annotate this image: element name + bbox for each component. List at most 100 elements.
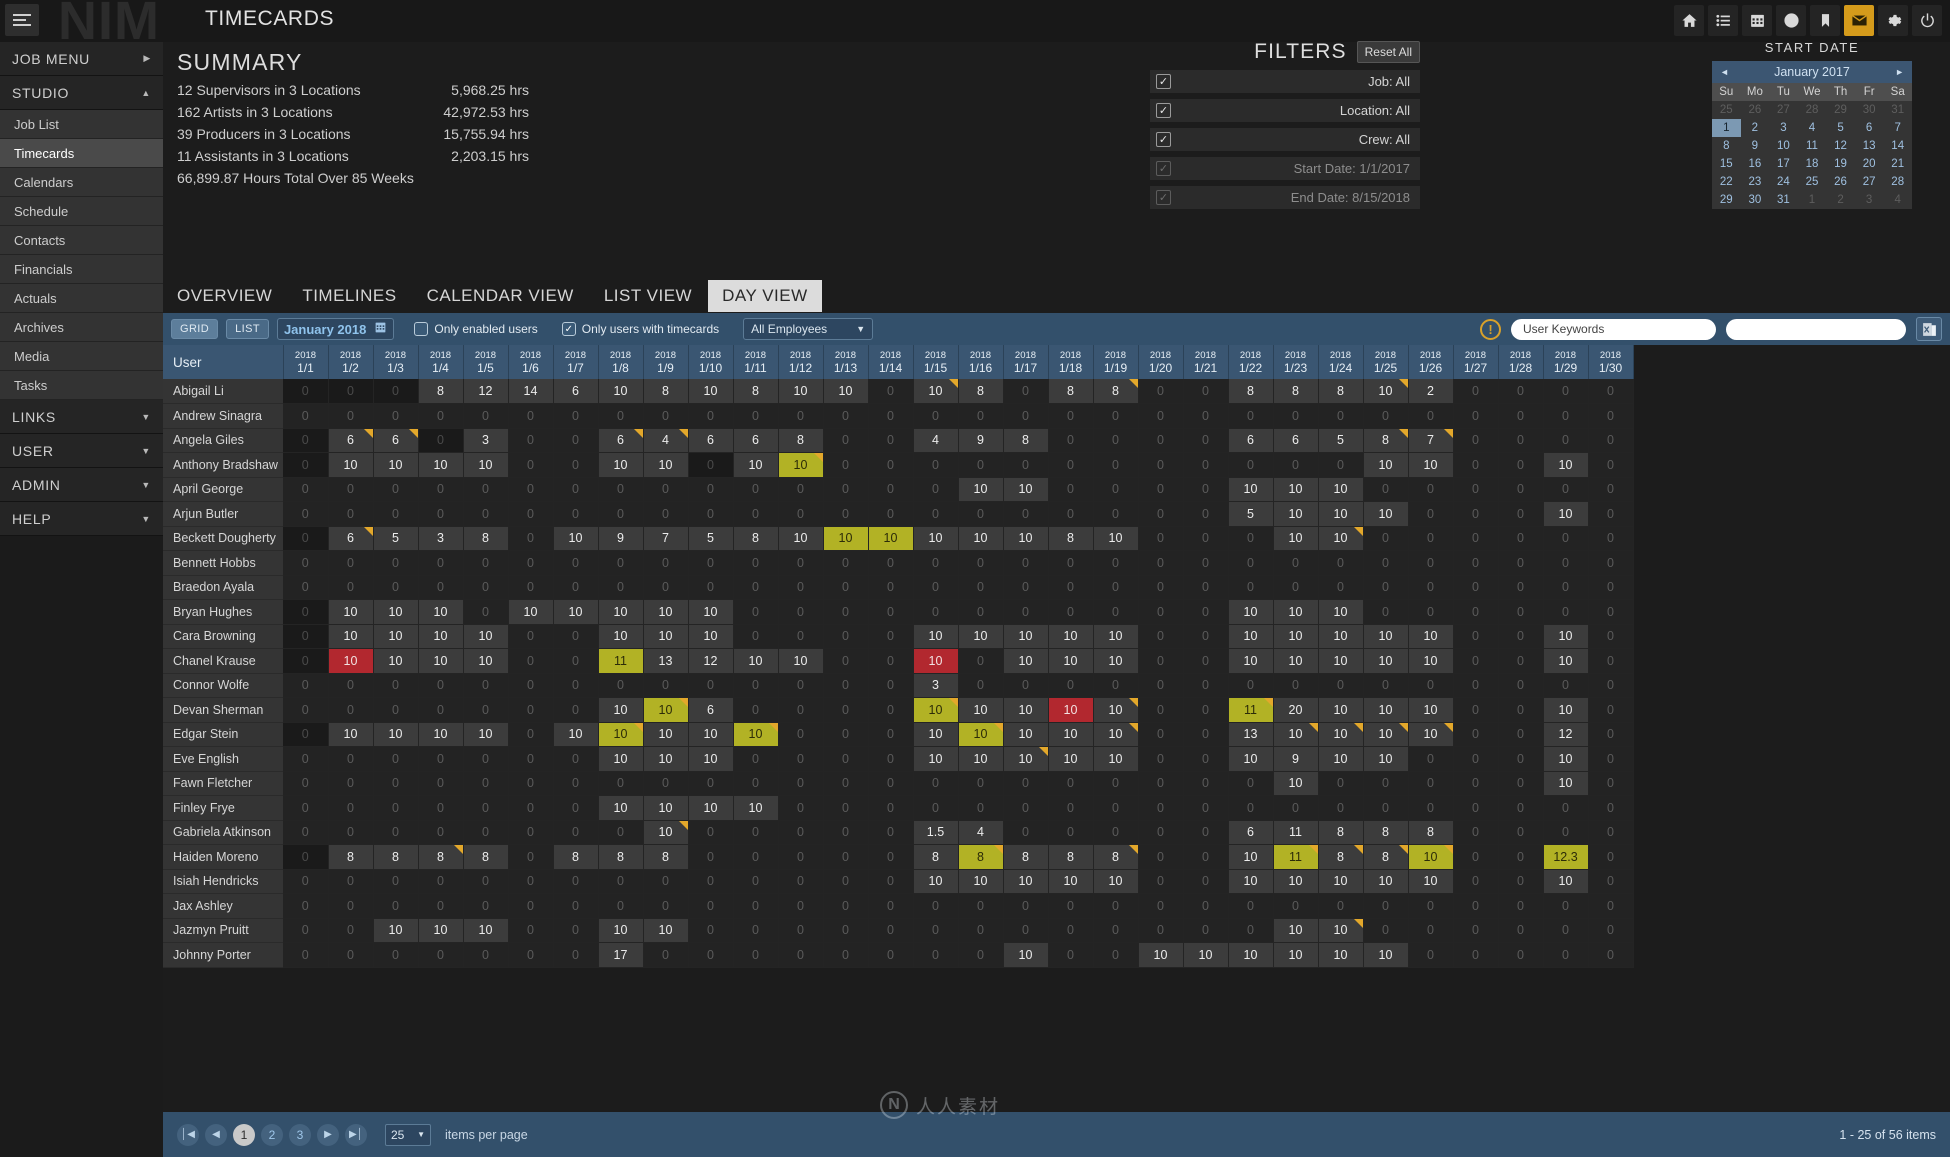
timecard-cell[interactable]: 10: [643, 624, 689, 649]
timecard-cell[interactable]: 0: [643, 550, 689, 576]
timecard-cell[interactable]: 0: [1588, 820, 1634, 845]
timecard-cell[interactable]: 0: [553, 477, 599, 502]
timecard-cell[interactable]: 0: [1003, 501, 1049, 527]
timecard-cell[interactable]: 0: [1183, 452, 1229, 478]
timecard-cell[interactable]: 0: [733, 624, 779, 649]
timecard-cell[interactable]: 0: [1228, 452, 1274, 478]
timecard-cell[interactable]: 10: [1408, 697, 1454, 723]
timecard-cell[interactable]: 0: [958, 599, 1004, 625]
timecard-cell[interactable]: 0: [463, 869, 509, 894]
timecard-cell[interactable]: 0: [1543, 893, 1589, 919]
timecard-cell[interactable]: 0: [688, 771, 734, 796]
timecard-cell[interactable]: 10: [1093, 624, 1139, 649]
timecard-cell[interactable]: 12.3: [1543, 844, 1589, 870]
timecard-cell[interactable]: 10: [1048, 722, 1094, 747]
timecard-cell[interactable]: 0: [553, 795, 599, 821]
timecard-cell[interactable]: 10: [373, 452, 419, 478]
timecard-cell[interactable]: 0: [688, 452, 734, 478]
timecard-cell[interactable]: 0: [1138, 550, 1184, 576]
timecard-cell[interactable]: 0: [1453, 820, 1499, 845]
timecard-cell[interactable]: 0: [1138, 379, 1184, 404]
filter-row-job[interactable]: ✓ Job: All: [1150, 70, 1420, 93]
timecard-cell[interactable]: 0: [778, 673, 824, 698]
timecard-cell[interactable]: 0: [418, 697, 464, 723]
timecard-cell[interactable]: 0: [1498, 428, 1544, 453]
timecard-cell[interactable]: 0: [823, 648, 869, 674]
timecard-cell[interactable]: 0: [1093, 403, 1139, 429]
timecard-cell[interactable]: 0: [1183, 697, 1229, 723]
table-row[interactable]: April George 0 0 0 0 0 0 0 0 0 0 0 0 0 0 0 10 10 0 0 0 0 10 10 1…: [163, 477, 1634, 502]
timecard-cell[interactable]: 0: [283, 697, 329, 723]
timecard-cell[interactable]: 12: [688, 648, 734, 674]
timecard-cell[interactable]: 0: [1453, 722, 1499, 747]
timecard-cell[interactable]: 0: [688, 820, 734, 845]
timecard-cell[interactable]: 0: [463, 550, 509, 576]
timecard-cell[interactable]: 0: [1543, 820, 1589, 845]
timecard-cell[interactable]: 0: [1183, 918, 1229, 943]
timecard-cell[interactable]: 0: [1138, 844, 1184, 870]
timecard-cell[interactable]: 8: [1318, 820, 1364, 845]
timecard-cell[interactable]: 0: [1588, 648, 1634, 674]
timecard-cell[interactable]: 0: [418, 942, 464, 968]
timecard-cell[interactable]: 0: [283, 820, 329, 845]
timecard-cell[interactable]: 0: [508, 403, 554, 429]
timecard-cell[interactable]: 10: [1183, 942, 1229, 968]
timecard-cell[interactable]: 0: [463, 697, 509, 723]
timecard-cell[interactable]: 0: [553, 746, 599, 772]
timecard-cell[interactable]: 0: [1003, 673, 1049, 698]
calendar-day[interactable]: 18: [1798, 155, 1827, 173]
timecard-cell[interactable]: 10: [1543, 501, 1589, 527]
timecard-cell[interactable]: 0: [598, 820, 644, 845]
row-user-name[interactable]: Angela Giles: [163, 428, 283, 453]
timecard-cell[interactable]: 0: [553, 697, 599, 723]
timecard-cell[interactable]: 10: [1543, 869, 1589, 894]
timecard-cell[interactable]: 0: [1003, 403, 1049, 429]
timecard-cell[interactable]: 10: [1093, 722, 1139, 747]
timecard-cell[interactable]: 0: [1093, 550, 1139, 576]
table-row[interactable]: Jazmyn Pruitt 0 0 10 10 10 0 0 10 10 0 0 0 0 0 0 0 0 0 0 0 0 0…: [163, 918, 1634, 943]
timecard-cell[interactable]: 0: [733, 844, 779, 870]
timecard-cell[interactable]: 10: [1318, 501, 1364, 527]
timecard-cell[interactable]: 0: [823, 575, 869, 600]
calendar-day[interactable]: 7: [1883, 119, 1912, 137]
timecard-cell[interactable]: 10: [958, 526, 1004, 551]
timecard-cell[interactable]: 10: [553, 526, 599, 551]
timecard-cell[interactable]: 0: [328, 746, 374, 772]
sidebar-item-actuals[interactable]: Actuals: [0, 284, 163, 313]
timecard-cell[interactable]: 0: [1408, 795, 1454, 821]
timecard-cell[interactable]: 0: [1498, 820, 1544, 845]
timecard-cell[interactable]: 0: [1453, 477, 1499, 502]
timecard-cell[interactable]: 0: [328, 820, 374, 845]
timecard-cell[interactable]: 0: [283, 403, 329, 429]
column-header-day[interactable]: 2018 1/4: [418, 345, 464, 379]
timecard-cell[interactable]: 0: [1498, 379, 1544, 404]
row-user-name[interactable]: Andrew Sinagra: [163, 403, 283, 429]
timecard-cell[interactable]: 0: [283, 379, 329, 404]
timecard-cell[interactable]: 11: [1228, 697, 1274, 723]
table-row[interactable]: Eve English 0 0 0 0 0 0 0 10 10 10 0 0 0 0 10 10 10 10 10 0 0…: [163, 746, 1634, 772]
calendar-day[interactable]: 27: [1769, 101, 1798, 119]
calendar-day[interactable]: 2: [1741, 119, 1770, 137]
filter-checkbox[interactable]: ✓: [1156, 103, 1171, 118]
tab-overview[interactable]: OVERVIEW: [163, 280, 286, 312]
column-header-day[interactable]: 2018 1/29: [1543, 345, 1589, 379]
timecard-cell[interactable]: 0: [1318, 550, 1364, 576]
timecard-cell[interactable]: 10: [688, 379, 734, 404]
timecard-cell[interactable]: 0: [283, 844, 329, 870]
tab-calendar-view[interactable]: CALENDAR VIEW: [413, 280, 588, 312]
timecard-cell[interactable]: 0: [553, 501, 599, 527]
timecard-cell[interactable]: 10: [418, 722, 464, 747]
timecard-cell[interactable]: 0: [508, 795, 554, 821]
timecard-cell[interactable]: 0: [1498, 746, 1544, 772]
timecard-cell[interactable]: 0: [508, 942, 554, 968]
timecard-cell[interactable]: 0: [418, 428, 464, 453]
table-row[interactable]: Abigail Li 0 0 0 8 12 14 6 10 8 10 8 10 10 0 10 8 0 8 8 0 0 8 8…: [163, 379, 1634, 404]
timecard-cell[interactable]: 0: [1588, 599, 1634, 625]
timecard-cell[interactable]: 0: [1498, 526, 1544, 551]
timecard-cell[interactable]: 0: [1273, 575, 1319, 600]
timecard-cell[interactable]: 10: [598, 697, 644, 723]
column-header-day[interactable]: 2018 1/21: [1183, 345, 1229, 379]
timecard-cell[interactable]: 10: [1228, 942, 1274, 968]
timecard-cell[interactable]: 10: [1228, 624, 1274, 649]
timecard-cell[interactable]: 20: [1273, 697, 1319, 723]
